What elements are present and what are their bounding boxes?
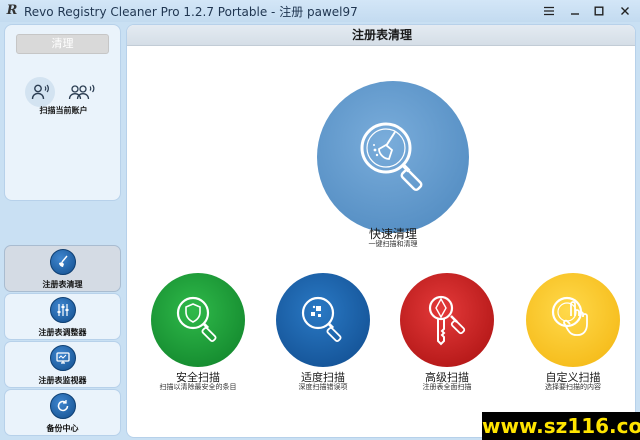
- advanced-scan-subtitle: 注册表全面扫描: [422, 383, 472, 391]
- users-scan-icon: [68, 84, 95, 100]
- maximize-button[interactable]: [589, 2, 609, 20]
- nav-label: 备份中心: [46, 424, 79, 433]
- nav-registry-cleaner[interactable]: 注册表清理: [4, 245, 121, 292]
- monitor-icon: [50, 345, 76, 371]
- page-title: 注册表清理: [127, 25, 635, 46]
- close-button[interactable]: [615, 2, 635, 20]
- title-bar: R Revo Registry Cleaner Pro 1.2.7 Portab…: [0, 0, 640, 22]
- clean-button[interactable]: 清理: [16, 34, 109, 54]
- safe-scan-button[interactable]: [151, 273, 245, 367]
- app-logo: R: [6, 3, 18, 18]
- hand-pointer-icon: [551, 296, 588, 336]
- safe-scan-subtitle: 扫描以清除最安全的条目: [159, 383, 237, 391]
- advanced-scan-button[interactable]: [400, 273, 494, 367]
- watermark: www.sz116.com: [482, 412, 640, 440]
- main-panel: 注册表清理 快速清理 一键扫描和清理 安全扫描 扫描以清除最安全的条目 适度扫描…: [126, 24, 636, 438]
- account-panel: 清理 扫描当前账户: [4, 24, 121, 201]
- key-icon: [428, 295, 466, 346]
- scan-current-user-label: 扫描当前账户: [39, 106, 88, 115]
- quick-clean-subtitle: 一键扫描和清理: [368, 240, 418, 248]
- backup-icon: [50, 393, 76, 419]
- nav-label: 注册表监视器: [38, 376, 87, 385]
- nav-registry-monitor[interactable]: 注册表监视器: [4, 341, 121, 388]
- nav-label: 注册表清理: [42, 280, 83, 289]
- custom-scan-button[interactable]: [526, 273, 620, 367]
- magnifier-dots-icon: [301, 296, 342, 342]
- scan-all-users-button[interactable]: [67, 77, 97, 107]
- close-icon: [621, 7, 629, 15]
- maximize-icon: [594, 6, 604, 16]
- scan-current-user-button[interactable]: [25, 77, 55, 107]
- magnifier-shield-icon: [176, 296, 217, 342]
- broom-icon: [50, 249, 76, 275]
- minimize-button[interactable]: [565, 2, 585, 20]
- minimize-icon: [571, 13, 579, 15]
- user-scan-icon: [31, 84, 49, 100]
- moderate-scan-button[interactable]: [276, 273, 370, 367]
- window-title: Revo Registry Cleaner Pro 1.2.7 Portable…: [24, 4, 358, 19]
- nav-backup-center[interactable]: 备份中心: [4, 389, 121, 436]
- hamburger-icon: [544, 6, 554, 16]
- quick-clean-button[interactable]: [317, 81, 469, 233]
- magnifier-broom-icon: [360, 122, 423, 191]
- sliders-icon: [50, 297, 76, 323]
- moderate-scan-subtitle: 深度扫描错误项: [298, 383, 348, 391]
- nav-label: 注册表调整器: [38, 328, 87, 337]
- menu-button[interactable]: [539, 2, 559, 20]
- custom-scan-subtitle: 选择要扫描的内容: [545, 383, 601, 391]
- nav-registry-tweaker[interactable]: 注册表调整器: [4, 293, 121, 340]
